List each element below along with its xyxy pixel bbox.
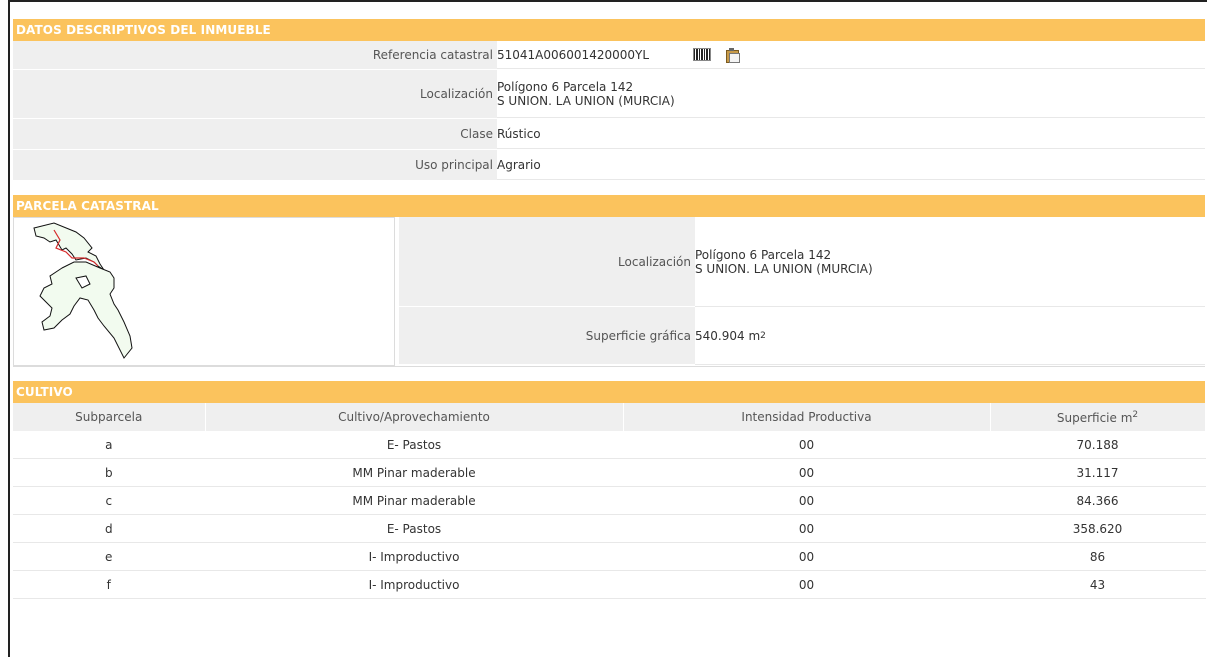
uso-label: Uso principal [13,150,497,180]
cell-intensidad: 00 [623,542,991,571]
barcode-icon[interactable] [693,48,712,61]
table-row: a E- Pastos 00 70.188 [13,431,1206,459]
page-frame: DATOS DESCRIPTIVOS DEL INMUEBLE Referenc… [8,0,1207,657]
col-header-superficie: Superficie m2 [990,403,1206,431]
table-row: d E- Pastos 00 358.620 [13,514,1206,543]
clase-label: Clase [13,119,497,149]
col-header-cultivo: Cultivo/Aprovechamiento [205,403,624,431]
content: DATOS DESCRIPTIVOS DEL INMUEBLE Referenc… [13,19,1206,599]
clase-value: Rústico [497,119,1205,149]
clase-row: Clase Rústico [13,119,1205,150]
ref-value: 51041A006001420000YL [497,47,650,62]
cell-cultivo: I- Improductivo [205,542,624,571]
loc-label: Localización [13,70,497,118]
loc-line2: S UNION. LA UNION (MURCIA) [497,93,675,108]
parcel-sup-value-cell: 540.904 m2 [695,307,1205,365]
section-header-descriptive: DATOS DESCRIPTIVOS DEL INMUEBLE [13,19,1205,41]
cell-sub: c [13,486,206,515]
parcel-loc-line2: S UNION. LA UNION (MURCIA) [695,261,873,276]
cell-superficie: 84.366 [990,486,1206,515]
cell-cultivo: I- Improductivo [205,570,624,599]
parcel-sup-value: 540.904 m [695,328,761,343]
cultivo-header-row: Subparcela Cultivo/Aprovechamiento Inten… [13,403,1206,431]
loc-row: Localización Polígono 6 Parcela 142 S UN… [13,70,1205,119]
cell-intensidad: 00 [623,486,991,515]
cell-superficie: 358.620 [990,514,1206,543]
parcel-shape [33,222,133,359]
cell-cultivo: E- Pastos [205,514,624,543]
cultivo-table: Subparcela Cultivo/Aprovechamiento Inten… [13,403,1206,599]
parcel-sup-exp: 2 [760,330,766,341]
loc-value-cell: Polígono 6 Parcela 142 S UNION. LA UNION… [497,70,1205,118]
parcel-sup-row: Superficie gráfica 540.904 m2 [399,307,1205,365]
cell-cultivo: MM Pinar maderable [205,458,624,487]
ref-value-cell: 51041A006001420000YL [497,41,1205,69]
parcel-loc-value: Polígono 6 Parcela 142 S UNION. LA UNION… [695,217,1205,307]
cell-sub: b [13,458,206,487]
col-header-intensidad: Intensidad Productiva [623,403,991,431]
uso-row: Uso principal Agrario [13,150,1205,181]
cell-sub: a [13,431,206,459]
cell-intensidad: 00 [623,514,991,543]
cell-intensidad: 00 [623,458,991,487]
uso-value: Agrario [497,150,1205,180]
cell-superficie: 70.188 [990,431,1206,459]
table-row: b MM Pinar maderable 00 31.117 [13,458,1206,487]
parcel-info: Localización Polígono 6 Parcela 142 S UN… [399,217,1205,366]
table-row: c MM Pinar maderable 00 84.366 [13,486,1206,515]
cell-superficie: 86 [990,542,1206,571]
cell-sub: f [13,570,206,599]
ref-label: Referencia catastral [13,41,497,69]
cell-superficie: 31.117 [990,458,1206,487]
cell-sub: e [13,542,206,571]
parcel-loc-label: Localización [399,217,695,307]
parcel-map-image[interactable] [13,217,395,366]
loc-line1: Polígono 6 Parcela 142 [497,79,634,94]
parcel-loc-row: Localización Polígono 6 Parcela 142 S UN… [399,217,1205,307]
table-row: e I- Improductivo 00 86 [13,542,1206,571]
cell-superficie: 43 [990,570,1206,599]
ref-row: Referencia catastral 51041A006001420000Y… [13,41,1205,70]
parcel-loc-line1: Polígono 6 Parcela 142 [695,247,832,262]
col-header-subparcela: Subparcela [13,403,206,431]
parcel-sup-label: Superficie gráfica [399,307,695,365]
cell-cultivo: MM Pinar maderable [205,486,624,515]
cell-intensidad: 00 [623,570,991,599]
table-row: f I- Improductivo 00 43 [13,570,1206,599]
clipboard-icon[interactable] [725,47,741,63]
cell-intensidad: 00 [623,431,991,459]
cell-sub: d [13,514,206,543]
cell-cultivo: E- Pastos [205,431,624,459]
parcel-block: Localización Polígono 6 Parcela 142 S UN… [13,217,1205,367]
section-header-cultivo: CULTIVO [13,381,1205,403]
section-header-parcela: PARCELA CATASTRAL [13,195,1205,217]
